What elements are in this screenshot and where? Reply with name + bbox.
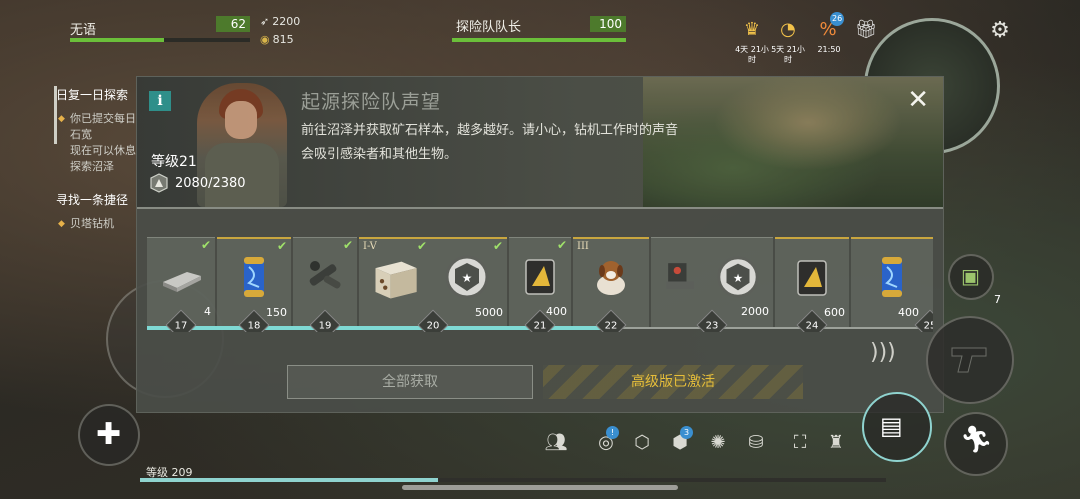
claimed-check-icon: ✔ [416, 239, 427, 253]
svg-text:★: ★ [462, 271, 473, 285]
reward-qty: 5000 [475, 306, 503, 319]
premium-crown-icon: ♛ [427, 237, 437, 240]
crown-gift-icon[interactable]: ♛ [738, 15, 766, 43]
pistol-icon [951, 347, 987, 373]
claimed-check-icon: ✔ [492, 239, 503, 253]
coin-icon: ◉ [260, 33, 270, 46]
claimed-check-icon: ✔ [556, 238, 567, 252]
clan-icon[interactable]: 👥︎ [542, 428, 570, 456]
reputation-emblem-icon [150, 173, 168, 193]
tier-label: III [577, 241, 589, 252]
player-xp-bar [140, 478, 886, 482]
medal-icon: ★ [717, 256, 759, 298]
header-separator [137, 207, 943, 209]
discount-badge: 26 [830, 12, 845, 26]
timer-2: 5天 21小时 [771, 45, 805, 64]
svg-text:★: ★ [733, 271, 743, 285]
shop-coins-icon[interactable]: ⛁ [742, 428, 770, 456]
reward-qty: 4 [204, 305, 211, 318]
metal-ingot-icon [163, 272, 201, 292]
claimed-check-icon: ✔ [200, 238, 211, 252]
reputation-level: 等级21 [151, 154, 197, 170]
gold-card-icon [525, 259, 555, 295]
rocket-icon: ➶ [260, 15, 270, 28]
info-icon[interactable]: i [149, 91, 171, 111]
premium-crown-icon: ♛ [805, 237, 815, 240]
premium-activated-button[interactable]: 高级版已激活 [543, 365, 803, 399]
map-icon[interactable]: ⛶ [786, 428, 814, 456]
claimed-check-icon: ✔ [276, 239, 287, 253]
premium-crown-icon: ♛ [921, 237, 931, 240]
resource-2: ◉ 815 [260, 33, 294, 46]
skills-icon[interactable]: ✺ [704, 428, 732, 456]
leader-value: 100 [590, 16, 626, 32]
events-alert-badge: ! [606, 426, 619, 439]
modal-header: i 等级21 2080/2380 起源探险队声望 前往沼泽并获取矿石样本，越多越… [137, 77, 943, 207]
collect-all-button[interactable]: 全部获取 [287, 365, 533, 399]
plus-icon: ✚ [96, 417, 122, 452]
leader-bar [452, 38, 626, 42]
crafting-icon[interactable]: ⬡ [628, 428, 656, 456]
claimed-check-icon: ✔ [342, 238, 353, 252]
reward-qty: 150 [266, 306, 287, 319]
reward-qty: 600 [824, 306, 845, 319]
modal-title: 起源探险队声望 [301, 91, 442, 113]
settings-gear-icon[interactable]: ⚙ [986, 16, 1014, 44]
gift-icon[interactable]: 🎁︎ [852, 15, 880, 43]
premium-crown-icon: ♛ [248, 237, 258, 240]
timer-1: 4天 21小时 [735, 45, 769, 64]
reputation-modal: i 等级21 2080/2380 起源探险队声望 前往沼泽并获取矿石样本，越多越… [136, 76, 944, 413]
player-name: 无语 [70, 23, 97, 38]
modal-description: 前往沼泽并获取矿石样本，越多越好。请小心，钻机工作时的声音会吸引感染者和其他生物… [301, 123, 679, 162]
player-health-bar [70, 38, 250, 42]
timer-3: 21:50 [817, 45, 841, 54]
reward-track[interactable]: 4 ✔ ♛ 150 ✔ ✔ I-V ♛ ★ 5000 ✔ ✔ 400 [147, 237, 933, 332]
swamp-scene-image [643, 77, 943, 207]
premium-crown-icon: ♛ [605, 237, 615, 240]
clock-coin-icon[interactable]: ◔ [774, 15, 802, 43]
close-icon[interactable]: ✕ [907, 87, 929, 113]
backpack-icon: ▣ [961, 264, 980, 288]
reward-qty: 400 [898, 306, 919, 319]
dna-capsule-icon [882, 257, 902, 297]
home-indicator[interactable] [402, 485, 678, 490]
crouch-icon: 🏃︎ [960, 425, 994, 455]
player-value: 62 [216, 16, 250, 32]
resource-1: ➶ 2200 [260, 15, 301, 28]
medal-icon: ★ [445, 255, 489, 299]
crate-icon [375, 261, 417, 299]
machine-icon [666, 263, 694, 289]
leader-name: 探险队队长 [456, 20, 522, 35]
reward-qty: 2000 [741, 305, 769, 318]
pipe-parts-icon [309, 261, 341, 289]
quests-badge: 3 [680, 426, 693, 439]
inventory-bag-icon[interactable]: ♜ [822, 428, 850, 456]
dog-icon [597, 261, 625, 295]
bag-count: 7 [994, 293, 1001, 306]
chat-bubble-icon: ▤ [880, 412, 903, 440]
gold-card-icon [797, 260, 827, 296]
tier-label: I-V [363, 241, 377, 252]
reputation-xp: 2080/2380 [149, 173, 246, 193]
dna-capsule-icon [244, 257, 264, 297]
track-base-line [611, 327, 933, 329]
sound-wave-icon: ))) [870, 340, 896, 365]
